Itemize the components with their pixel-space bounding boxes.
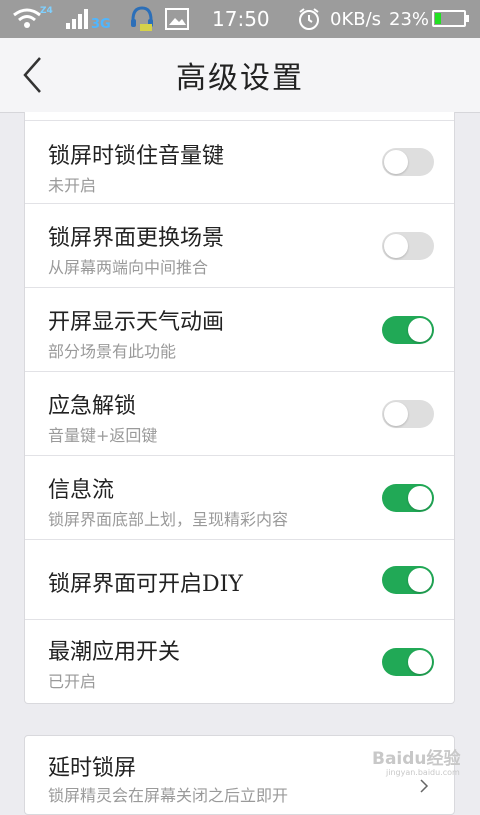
setting-title: 锁屏界面更换场景 [48, 226, 225, 251]
watermark-url: jingyan.baidu.com [386, 768, 460, 777]
setting-title: 最潮应用开关 [48, 640, 181, 665]
toggle-switch[interactable] [382, 316, 434, 344]
toggle-knob [384, 402, 408, 426]
toggle-switch[interactable] [382, 648, 434, 676]
status-time: 17:50 [212, 7, 270, 31]
setting-row-change-scene[interactable]: 锁屏界面更换场景 从屏幕两端向中间推合 [25, 204, 454, 288]
setting-subtitle: 已开启 [48, 672, 97, 691]
toggle-switch[interactable] [382, 484, 434, 512]
setting-subtitle: 音量键+返回键 [48, 426, 158, 445]
setting-title: 延时锁屏 [48, 756, 137, 781]
setting-title: 应急解锁 [48, 394, 137, 419]
chevron-right-icon [420, 779, 429, 793]
setting-row-emergency-unlock[interactable]: 应急解锁 音量键+返回键 [25, 372, 454, 456]
toggle-switch[interactable] [382, 400, 434, 428]
battery-cap [466, 15, 469, 22]
toggle-knob [408, 486, 432, 510]
setting-title: 锁屏时锁住音量键 [48, 144, 225, 169]
alarm-icon [297, 0, 321, 38]
battery-percent: 23% [389, 8, 430, 30]
image-notification-icon [165, 0, 189, 38]
wifi-icon [12, 0, 42, 38]
net-speed: 0KB/s [330, 8, 382, 30]
setting-subtitle: 部分场景有此功能 [48, 342, 177, 361]
network-type: 3G [91, 16, 111, 32]
wifi-label: Z4 [40, 6, 53, 16]
setting-row-weather-animation[interactable]: 开屏显示天气动画 部分场景有此功能 [25, 288, 454, 372]
battery-level-fill [435, 13, 441, 24]
toggle-switch[interactable] [382, 148, 434, 176]
setting-row-info-stream[interactable]: 信息流 锁屏界面底部上划，呈现精彩内容 [25, 456, 454, 540]
toggle-switch[interactable] [382, 566, 434, 594]
title-bar: 高级设置 [0, 38, 480, 113]
setting-row-lock-volume[interactable]: 锁屏时锁住音量键 未开启 [25, 120, 454, 204]
settings-card: 锁屏时锁住音量键 未开启 锁屏界面更换场景 从屏幕两端向中间推合 开屏显示天气动… [24, 112, 455, 704]
battery-icon [432, 10, 466, 27]
setting-title: 信息流 [48, 478, 115, 503]
status-bar: Z4 3G 17:50 0KB/s 23% [0, 0, 480, 38]
headset-notification-icon [130, 0, 154, 38]
setting-title: 锁屏界面可开启DIY [48, 572, 243, 597]
setting-subtitle: 未开启 [48, 176, 97, 195]
signal-icon [66, 0, 90, 38]
setting-title: 开屏显示天气动画 [48, 310, 225, 335]
setting-row-diy[interactable]: 锁屏界面可开启DIY [25, 540, 454, 620]
toggle-switch[interactable] [382, 232, 434, 260]
toggle-knob [408, 318, 432, 342]
toggle-knob [408, 568, 432, 592]
toggle-knob [408, 650, 432, 674]
toggle-knob [384, 234, 408, 258]
watermark-logo: Baidu经验 [372, 749, 461, 769]
setting-subtitle: 从屏幕两端向中间推合 [48, 258, 209, 277]
setting-subtitle: 锁屏精灵会在屏幕关闭之后立即开 [48, 786, 289, 805]
page-title: 高级设置 [176, 61, 304, 96]
toggle-knob [384, 150, 408, 174]
setting-subtitle: 锁屏界面底部上划，呈现精彩内容 [48, 510, 289, 529]
setting-row-trending-apps[interactable]: 最潮应用开关 已开启 [25, 620, 454, 704]
